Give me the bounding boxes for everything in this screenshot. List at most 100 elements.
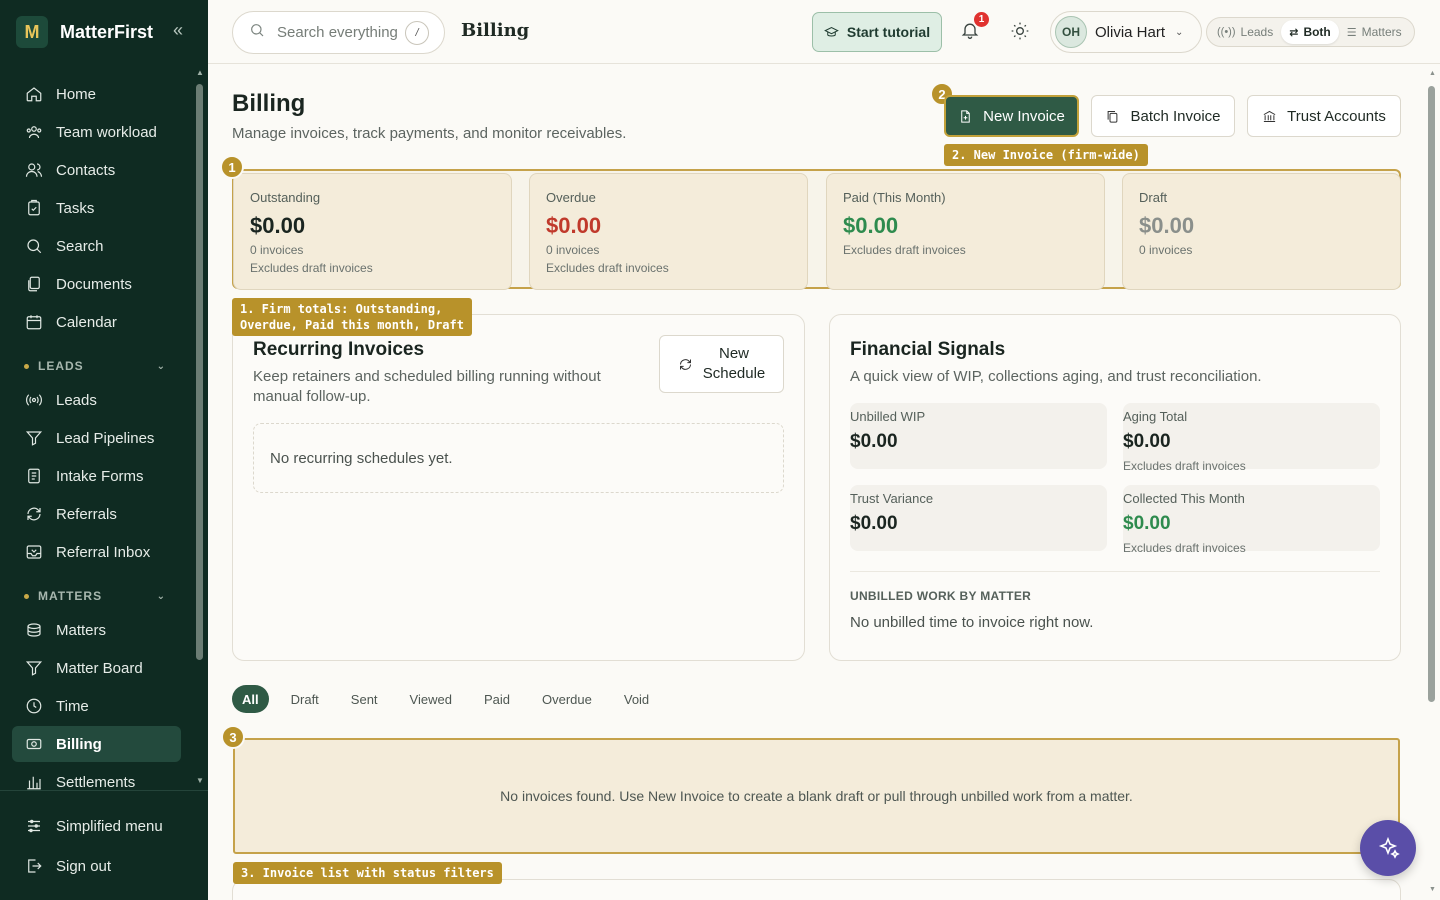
sidebar-item-documents[interactable]: Documents	[12, 266, 181, 302]
stat-card-draft: Draft $0.00 0 invoices	[1122, 173, 1401, 290]
new-schedule-label-line: New	[718, 345, 749, 362]
stat-label: Paid (This Month)	[843, 190, 946, 205]
mode-label: Leads	[1240, 25, 1274, 39]
unbilled-empty-state: No unbilled time to invoice right now.	[850, 614, 1094, 631]
sidebar-item-tasks[interactable]: Tasks	[12, 190, 181, 226]
new-invoice-label: New Invoice	[983, 107, 1065, 125]
form-icon	[24, 466, 44, 486]
inbox-icon	[24, 542, 44, 562]
swap-arrows-icon: ⇄	[1289, 26, 1299, 39]
filter-sent[interactable]: Sent	[341, 685, 388, 713]
recurring-empty-state: No recurring schedules yet.	[253, 423, 784, 493]
main-scroll-down-icon[interactable]: ▼	[1429, 886, 1436, 893]
sidebar: M MatterFirst « ▲ ▼ Home Team workload C…	[0, 0, 208, 900]
sidebar-item-intake-forms[interactable]: Intake Forms	[12, 458, 181, 494]
financial-signals-title: Financial Signals	[850, 339, 1006, 360]
filter-draft[interactable]: Draft	[281, 685, 329, 713]
filter-viewed[interactable]: Viewed	[400, 685, 462, 713]
sparkles-icon	[1378, 836, 1400, 859]
sidebar-item-label: Leads	[56, 391, 97, 409]
trust-accounts-button[interactable]: Trust Accounts	[1247, 95, 1401, 137]
main-scrollbar[interactable]	[1428, 86, 1435, 702]
sidebar-item-label: Referral Inbox	[56, 543, 151, 561]
mode-option-leads[interactable]: ((•)) Leads	[1209, 20, 1281, 44]
recurring-invoices-title: Recurring Invoices	[253, 339, 425, 360]
sidebar-item-label: Intake Forms	[56, 467, 144, 485]
mode-toggle: ((•)) Leads ⇄ Both ☰ Matters	[1206, 17, 1415, 47]
sidebar-item-label: Matter Board	[56, 659, 143, 677]
chevron-down-icon: ⌄	[156, 590, 166, 602]
section-matters-toggle[interactable]: MATTERS ⌄	[24, 586, 174, 606]
sidebar-item-label: Lead Pipelines	[56, 429, 155, 447]
trust-accounts-label: Trust Accounts	[1287, 107, 1386, 125]
global-search[interactable]: /	[232, 11, 445, 54]
divider	[850, 571, 1380, 572]
stat-note: Excludes draft invoices	[546, 261, 669, 275]
financial-signals-card: Financial Signals A quick view of WIP, c…	[829, 314, 1401, 661]
sidebar-item-contacts[interactable]: Contacts	[12, 152, 181, 188]
section-leads-toggle[interactable]: LEADS ⌄	[24, 356, 174, 376]
top-bar: / Billing Start tutorial 1 OH Olivia Har…	[208, 0, 1440, 64]
sidebar-item-team-workload[interactable]: Team workload	[12, 114, 181, 150]
sidebar-item-billing[interactable]: Billing	[12, 726, 181, 762]
stat-count: 0 invoices	[546, 243, 600, 257]
annotation-callout-2: 2. New Invoice (firm-wide)	[944, 144, 1148, 166]
new-schedule-button[interactable]: New Schedule	[659, 335, 784, 393]
sidebar-item-matters[interactable]: Matters	[12, 612, 181, 648]
collapse-sidebar-icon[interactable]: «	[168, 20, 188, 40]
sidebar-nav: Home Team workload Contacts Tasks Search…	[0, 72, 208, 792]
stat-note: Excludes draft invoices	[843, 243, 966, 257]
sidebar-item-label: Referrals	[56, 505, 117, 523]
brand[interactable]: M MatterFirst	[16, 16, 153, 48]
stack-icon	[24, 620, 44, 640]
sidebar-item-referral-inbox[interactable]: Referral Inbox	[12, 534, 181, 570]
calendar-icon	[24, 312, 44, 332]
notification-count-badge: 1	[972, 10, 991, 29]
documents-icon	[24, 274, 44, 294]
sidebar-item-calendar[interactable]: Calendar	[12, 304, 181, 340]
sidebar-item-search[interactable]: Search	[12, 228, 181, 264]
stat-value: $0.00	[250, 213, 306, 238]
sidebar-item-lead-pipelines[interactable]: Lead Pipelines	[12, 420, 181, 456]
sign-out-button[interactable]: Sign out	[12, 848, 181, 884]
page-title: Billing	[232, 90, 306, 117]
sidebar-item-label: Documents	[56, 275, 132, 293]
funnel-icon	[24, 428, 44, 448]
metric-note: Excludes draft invoices	[1123, 541, 1246, 555]
user-name: Olivia Hart	[1095, 23, 1166, 41]
mode-option-matters[interactable]: ☰ Matters	[1339, 20, 1410, 44]
mode-label: Matters	[1361, 25, 1402, 39]
filter-paid[interactable]: Paid	[474, 685, 520, 713]
sidebar-item-referrals[interactable]: Referrals	[12, 496, 181, 532]
mode-option-both[interactable]: ⇄ Both	[1281, 20, 1339, 44]
filter-void[interactable]: Void	[614, 685, 659, 713]
metric-aging-total: Aging Total $0.00 Excludes draft invoice…	[1123, 403, 1380, 473]
tasks-icon	[24, 198, 44, 218]
sidebar-item-label: Billing	[56, 735, 102, 753]
ai-assistant-button[interactable]	[1360, 820, 1416, 876]
start-tutorial-button[interactable]: Start tutorial	[812, 12, 942, 52]
sidebar-item-leads[interactable]: Leads	[12, 382, 181, 418]
callout-line: Overdue, Paid this month, Draft	[240, 318, 464, 332]
metric-label: Trust Variance	[850, 491, 934, 506]
section-label: MATTERS	[38, 589, 103, 603]
simplified-menu-button[interactable]: Simplified menu	[12, 808, 181, 844]
metric-collected-this-month: Collected This Month $0.00 Excludes draf…	[1123, 485, 1380, 555]
sidebar-item-settlements[interactable]: Settlements	[12, 764, 181, 792]
filter-all[interactable]: All	[232, 685, 269, 713]
sidebar-item-matter-board[interactable]: Matter Board	[12, 650, 181, 686]
bank-icon	[1263, 110, 1276, 122]
new-schedule-label: New Schedule	[703, 344, 766, 384]
batch-invoice-button[interactable]: Batch Invoice	[1091, 95, 1235, 137]
sidebar-item-time[interactable]: Time	[12, 688, 181, 724]
main-scroll-up-icon[interactable]: ▲	[1429, 70, 1436, 77]
new-invoice-button[interactable]: New Invoice	[944, 95, 1079, 137]
stat-card-outstanding: Outstanding $0.00 0 invoices Excludes dr…	[233, 173, 512, 290]
file-plus-icon	[961, 109, 970, 123]
sidebar-item-label: Contacts	[56, 161, 116, 179]
user-menu-button[interactable]: OH Olivia Hart ⌄	[1050, 11, 1202, 53]
filter-overdue[interactable]: Overdue	[532, 685, 602, 713]
search-input[interactable]	[277, 24, 405, 41]
sidebar-item-home[interactable]: Home	[12, 76, 181, 112]
theme-toggle-button[interactable]	[1010, 21, 1032, 43]
